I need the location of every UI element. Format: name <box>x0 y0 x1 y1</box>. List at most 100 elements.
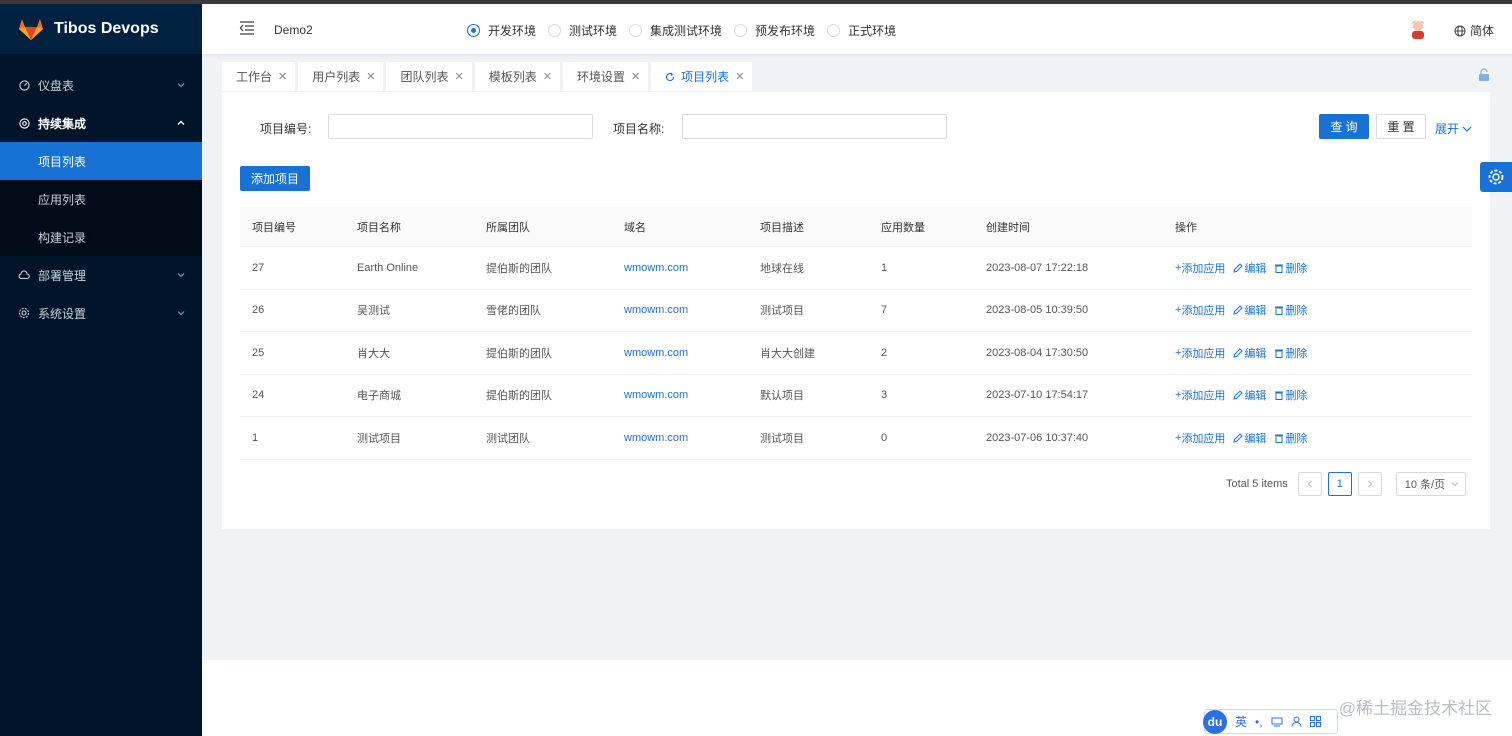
cell-name: 吴测试 <box>357 305 390 318</box>
radio-indicator[interactable] <box>734 24 748 37</box>
col-header-domain: 域名 <box>624 221 646 234</box>
env-radio-dev[interactable]: 开发环境 <box>467 22 536 39</box>
language-switcher[interactable]: 简体 <box>1454 22 1494 39</box>
next-page-button[interactable] <box>1357 472 1382 496</box>
ime-user-icon[interactable] <box>1291 716 1302 727</box>
radio-indicator[interactable] <box>827 24 841 37</box>
cell-desc: 肖大大创建 <box>760 347 815 360</box>
pagination: Total 5 items 1 10 条/页 <box>1226 472 1466 496</box>
delete-button[interactable]: 删除 <box>1274 387 1307 403</box>
menu-fold-icon[interactable] <box>239 20 255 36</box>
table-row: 26 吴测试 雪佬的团队 wmowm.com 测试项目 7 2023-08-05… <box>240 290 1472 332</box>
edit-icon <box>1233 305 1244 315</box>
ime-language-toggle[interactable]: 英 <box>1235 713 1247 730</box>
cell-domain-link[interactable]: wmowm.com <box>624 347 688 359</box>
table-header: 项目编号 项目名称 所属团队 域名 项目描述 应用数量 创建时间 操作 <box>240 207 1472 247</box>
delete-button[interactable]: 删除 <box>1274 430 1307 446</box>
project-code-input[interactable] <box>328 114 593 139</box>
delete-button[interactable]: 删除 <box>1274 260 1307 276</box>
sidebar-menu: 仪盘表 持续集成 项目列表 应用列表 构建记录 部署管理 系统设置 <box>0 66 202 332</box>
env-radio-production[interactable]: 正式环境 <box>827 22 896 39</box>
ci-submenu: 项目列表 应用列表 构建记录 <box>0 142 202 256</box>
env-radio-integration[interactable]: 集成测试环境 <box>629 22 722 39</box>
edit-button[interactable]: 编辑 <box>1233 302 1266 318</box>
add-app-button[interactable]: + 添加应用 <box>1175 302 1225 318</box>
tab-workbench[interactable]: 工作台 ✕ <box>222 62 296 91</box>
sidebar-item-build-records[interactable]: 构建记录 <box>0 218 202 256</box>
sidebar-item-ci[interactable]: 持续集成 <box>0 104 202 142</box>
edit-button[interactable]: 编辑 <box>1233 387 1266 403</box>
user-avatar-icon[interactable] <box>1408 18 1428 40</box>
tab-label: 工作台 <box>236 70 273 84</box>
reset-button[interactable]: 重 置 <box>1376 114 1426 139</box>
add-app-button[interactable]: + 添加应用 <box>1175 345 1225 361</box>
env-radio-test[interactable]: 测试环境 <box>548 22 617 39</box>
edit-button[interactable]: 编辑 <box>1233 430 1266 446</box>
chevron-down-icon <box>177 273 185 278</box>
delete-button[interactable]: 删除 <box>1274 345 1307 361</box>
top-header: Demo2 开发环境 测试环境 集成测试环境 预发布环境 正式环境 简体 <box>202 4 1512 54</box>
cell-desc: 测试项目 <box>760 432 804 445</box>
sidebar-item-dashboard[interactable]: 仪盘表 <box>0 66 202 104</box>
page-button-1[interactable]: 1 <box>1327 472 1352 496</box>
cell-domain-link[interactable]: wmowm.com <box>624 262 688 274</box>
op-label: 删除 <box>1285 432 1308 445</box>
add-project-button[interactable]: 添加项目 <box>240 166 310 191</box>
close-icon[interactable]: ✕ <box>366 70 375 83</box>
env-radio-staging[interactable]: 预发布环境 <box>734 22 815 39</box>
tab-user-list[interactable]: 用户列表 ✕ <box>298 62 384 91</box>
cell-created: 2023-08-04 17:30:50 <box>986 346 1089 359</box>
table-row: 27 Earth Online 提伯斯的团队 wmowm.com 地球在线 1 … <box>240 247 1472 290</box>
close-icon[interactable]: ✕ <box>543 70 552 83</box>
project-name-label: 项目名称: <box>613 122 665 136</box>
cell-domain-link[interactable]: wmowm.com <box>624 304 688 316</box>
watermark-text: @稀土掘金技术社区 <box>1338 699 1492 718</box>
close-icon[interactable]: ✕ <box>278 70 287 83</box>
page-size-value: 10 条/页 <box>1404 479 1446 491</box>
sidebar-item-label: 项目列表 <box>38 154 87 169</box>
radio-indicator[interactable] <box>467 24 480 37</box>
cell-domain-link[interactable]: wmowm.com <box>624 389 688 401</box>
tab-env-settings[interactable]: 环境设置 ✕ <box>562 62 649 91</box>
current-project[interactable]: Demo2 <box>274 23 313 37</box>
refresh-icon <box>666 72 675 81</box>
ime-logo[interactable]: du <box>1203 709 1227 734</box>
sidebar-item-app-list[interactable]: 应用列表 <box>0 180 202 218</box>
ime-punctuation-icon[interactable]: •, <box>1255 715 1263 729</box>
op-label: 删除 <box>1285 262 1308 275</box>
sidebar-item-settings[interactable]: 系统设置 <box>0 294 202 332</box>
page-size-select[interactable]: 10 条/页 <box>1395 472 1466 496</box>
ime-keyboard-icon[interactable] <box>1271 717 1283 727</box>
tab-label: 环境设置 <box>576 70 625 84</box>
tab-team-list[interactable]: 团队列表 ✕ <box>386 62 472 91</box>
ime-grid-icon[interactable] <box>1309 716 1321 727</box>
edit-button[interactable]: 编辑 <box>1233 260 1266 276</box>
settings-drawer-button[interactable] <box>1480 162 1512 192</box>
sidebar-item-label: 持续集成 <box>38 116 87 131</box>
app-logo[interactable]: Tibos Devops <box>0 4 202 54</box>
close-icon[interactable]: ✕ <box>454 70 463 83</box>
cell-name: 测试项目 <box>357 432 401 445</box>
close-icon[interactable]: ✕ <box>735 70 744 83</box>
close-icon[interactable]: ✕ <box>631 70 640 83</box>
add-app-button[interactable]: + 添加应用 <box>1175 260 1225 276</box>
sidebar-item-deploy[interactable]: 部署管理 <box>0 256 202 294</box>
edit-icon <box>1233 390 1244 400</box>
query-button[interactable]: 查 询 <box>1319 114 1369 139</box>
add-app-button[interactable]: + 添加应用 <box>1175 430 1225 446</box>
tab-project-list[interactable]: 项目列表 ✕ <box>651 62 753 91</box>
edit-button[interactable]: 编辑 <box>1233 345 1266 361</box>
radio-indicator[interactable] <box>548 24 562 37</box>
project-name-input[interactable] <box>682 114 947 139</box>
row-actions: + 添加应用 编辑 删除 <box>1175 260 1307 276</box>
cell-domain-link[interactable]: wmowm.com <box>624 432 688 444</box>
tab-template-list[interactable]: 模板列表 ✕ <box>474 62 560 91</box>
delete-button[interactable]: 删除 <box>1274 302 1307 318</box>
radio-indicator[interactable] <box>629 24 643 37</box>
prev-page-button[interactable] <box>1297 472 1322 496</box>
sidebar-item-project-list[interactable]: 项目列表 <box>0 142 202 180</box>
add-app-button[interactable]: + 添加应用 <box>1175 387 1225 403</box>
expand-toggle[interactable]: 展开 <box>1435 120 1472 137</box>
cell-app-count: 2 <box>881 346 888 359</box>
unlock-icon[interactable] <box>1478 68 1490 82</box>
